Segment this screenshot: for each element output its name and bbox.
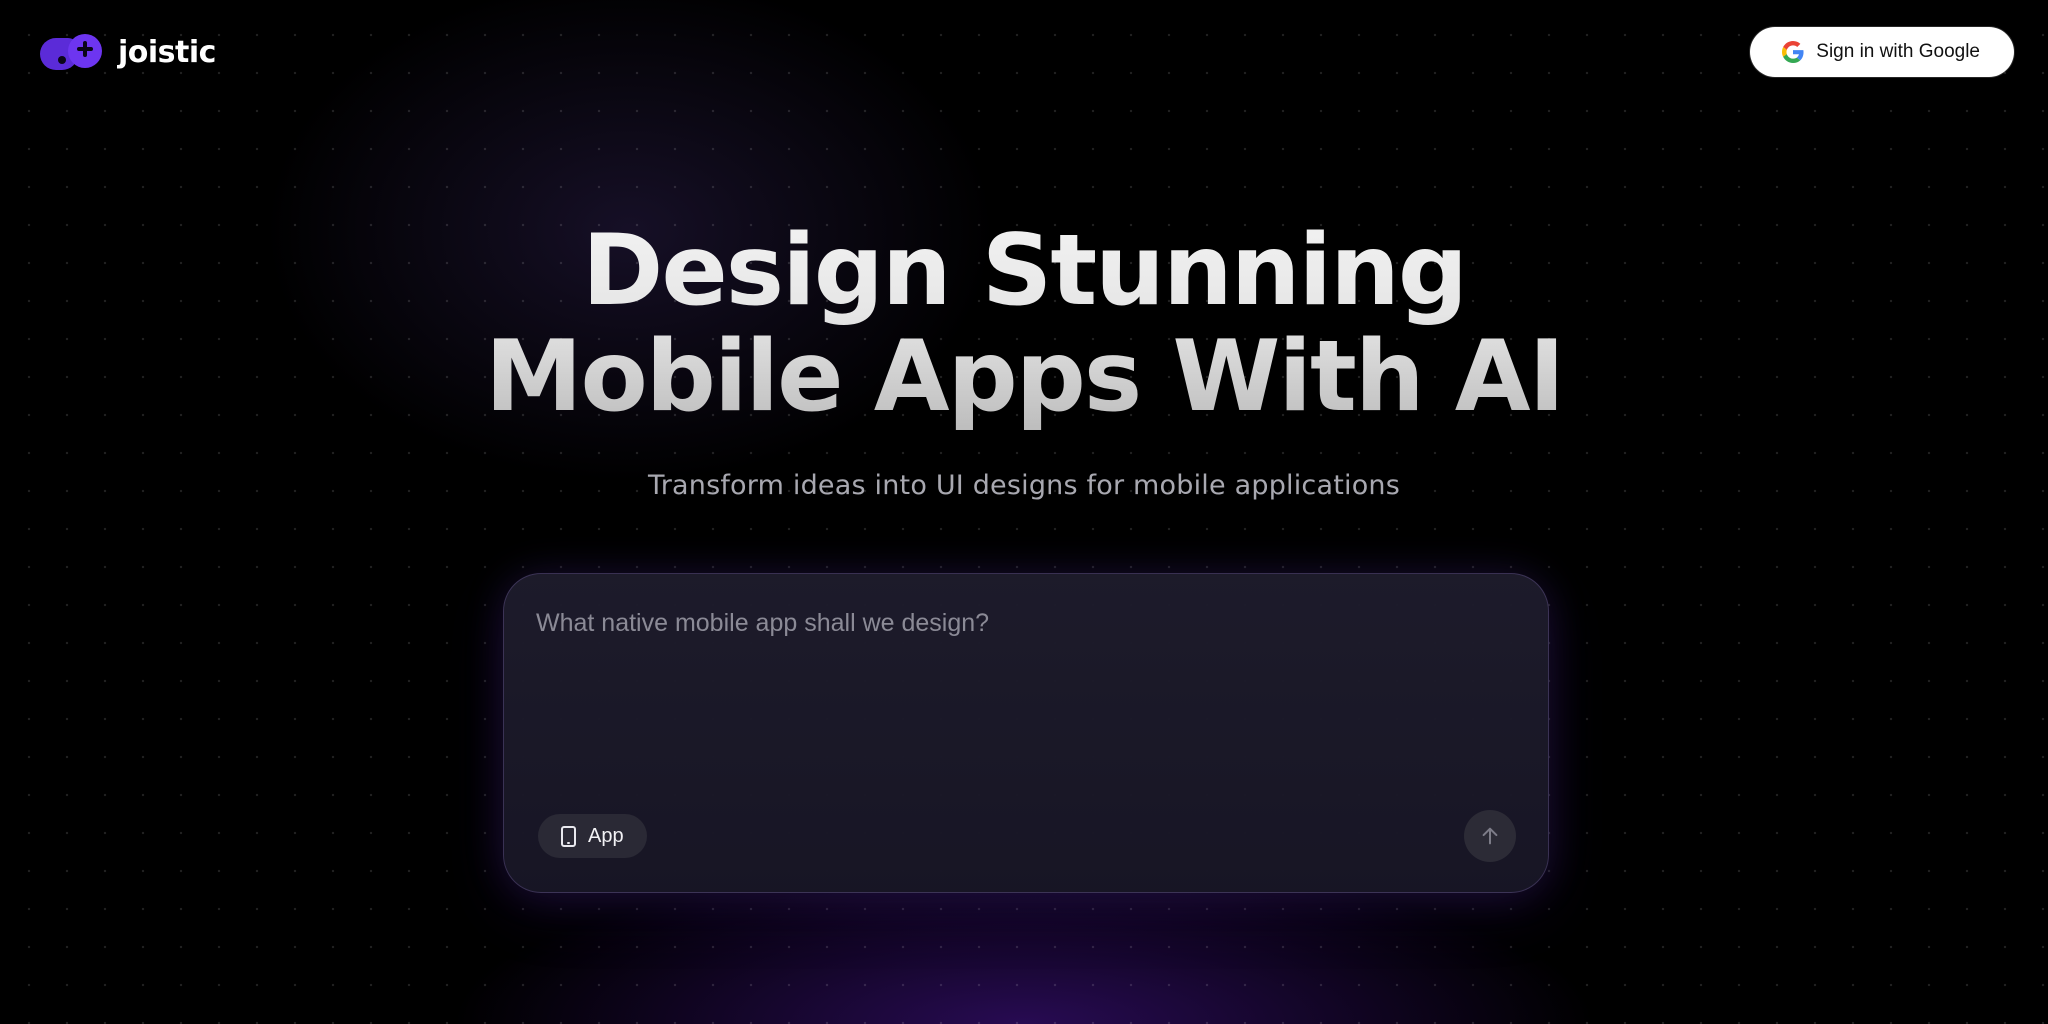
hero-title: Design Stunning Mobile Apps With AI (0, 218, 2048, 430)
hero-subtitle: Transform ideas into UI designs for mobi… (647, 470, 1401, 501)
logo-link[interactable]: joistic (40, 32, 216, 72)
arrow-up-icon (1482, 827, 1498, 845)
prompt-input[interactable] (536, 606, 1516, 756)
hero-title-line-2: Mobile Apps With AI (484, 320, 1564, 434)
hero-title-line-1: Design Stunning (581, 214, 1466, 328)
smartphone-icon (561, 825, 576, 847)
prompt-card: App (503, 573, 1549, 893)
landing-page: joistic Sign in with Google Design Stunn… (0, 0, 2048, 1024)
send-button[interactable] (1464, 810, 1516, 862)
app-mode-button[interactable]: App (538, 814, 647, 858)
app-mode-label: App (588, 824, 624, 847)
sign-in-with-google-button[interactable]: Sign in with Google (1750, 27, 2014, 77)
logo-text: joistic (118, 34, 216, 70)
joistic-logo-icon (40, 32, 104, 72)
google-g-icon (1782, 41, 1804, 63)
sign-in-label: Sign in with Google (1816, 41, 1980, 62)
